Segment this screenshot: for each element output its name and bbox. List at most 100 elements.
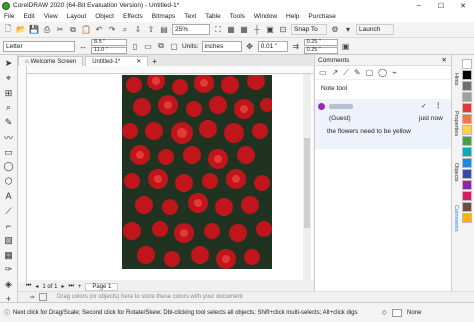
marker-tool-icon[interactable]: ⌁: [392, 68, 397, 77]
full-screen-icon[interactable]: ⛶: [213, 25, 223, 35]
options-icon[interactable]: ▾: [343, 25, 353, 35]
prev-page-icon[interactable]: ◂: [35, 283, 38, 290]
freehand-tool-icon[interactable]: ✎: [3, 117, 15, 129]
print-icon[interactable]: ⎙: [42, 25, 52, 35]
page-size-select[interactable]: Letter: [3, 40, 75, 52]
duplicate-x-field[interactable]: 0.25 ": [303, 38, 338, 46]
swatch-white[interactable]: [462, 59, 472, 69]
minimize-button[interactable]: –: [408, 0, 430, 11]
menu-view[interactable]: View: [44, 13, 58, 20]
tab-properties[interactable]: Properties: [453, 111, 459, 136]
rulers-icon[interactable]: ▦: [226, 25, 236, 35]
line-tool-icon[interactable]: ⟋: [343, 68, 349, 78]
menu-window[interactable]: Window: [254, 13, 277, 20]
interactive-fill-icon[interactable]: ◈: [3, 279, 15, 291]
menu-help[interactable]: Help: [286, 13, 299, 20]
swatch-red[interactable]: [462, 103, 472, 113]
note-tool-icon[interactable]: ▭: [319, 68, 327, 77]
menu-effects[interactable]: Effects: [123, 13, 143, 20]
menu-object[interactable]: Object: [95, 13, 114, 20]
paste-icon[interactable]: 📋: [81, 25, 91, 35]
parallel-dimension-icon[interactable]: ⟋: [3, 205, 15, 217]
add-page-icon[interactable]: +: [78, 284, 82, 290]
swatch-blue[interactable]: [462, 158, 472, 168]
landscape-icon[interactable]: ▭: [143, 41, 153, 51]
swatch-magenta[interactable]: [462, 191, 472, 201]
no-color-swatch[interactable]: [39, 293, 48, 301]
launch-button[interactable]: Launch: [356, 24, 394, 35]
fill-icon[interactable]: ◇: [382, 309, 387, 316]
menu-layout[interactable]: Layout: [67, 13, 87, 20]
export-icon[interactable]: ⇧: [146, 25, 156, 35]
pen-tool-icon[interactable]: ✎: [354, 68, 361, 77]
undo-icon[interactable]: ↶: [94, 25, 104, 35]
copy-icon[interactable]: ⧉: [68, 25, 78, 35]
swatch-orange[interactable]: [462, 114, 472, 124]
shape-tool-icon[interactable]: ⌖: [3, 73, 15, 85]
pick-tool-icon[interactable]: ➤: [3, 58, 15, 70]
vertical-ruler[interactable]: [18, 66, 27, 282]
page-height-field[interactable]: 11.0 ": [91, 46, 127, 54]
fill-swatch[interactable]: [392, 308, 402, 317]
text-tool-icon[interactable]: A: [3, 191, 15, 203]
all-pages-icon[interactable]: ⧉: [156, 41, 166, 51]
treat-as-filled-icon[interactable]: ▣: [341, 41, 351, 51]
page-width-field[interactable]: 8.5 ": [91, 38, 127, 46]
swatch-light-gray[interactable]: [462, 92, 472, 102]
publish-pdf-icon[interactable]: ▤: [159, 25, 169, 35]
arrow-tool-icon[interactable]: ↗: [332, 68, 339, 77]
tab-hints[interactable]: Hints: [453, 73, 459, 86]
open-icon[interactable]: 📂: [16, 25, 26, 35]
swatch-yellow[interactable]: [462, 125, 472, 135]
menu-bitmaps[interactable]: Bitmaps: [152, 13, 175, 20]
drop-shadow-icon[interactable]: ▧: [3, 235, 15, 247]
tab-untitled-1[interactable]: Untitled-1* ✕: [85, 56, 149, 66]
swatch-amber[interactable]: [462, 213, 472, 223]
close-button[interactable]: ✕: [452, 0, 474, 11]
guides-icon[interactable]: ┼: [252, 25, 262, 35]
current-page-icon[interactable]: ▢: [169, 41, 179, 51]
tab-comments[interactable]: Comments: [453, 205, 459, 232]
first-page-icon[interactable]: ⏮: [26, 283, 31, 290]
units-select[interactable]: inches: [201, 40, 242, 52]
comment-card[interactable]: ✓ ⋮ (Guest) just now the flowers need to…: [315, 99, 451, 149]
more-options-icon[interactable]: ⋮: [435, 101, 442, 109]
menu-purchase[interactable]: Purchase: [308, 13, 335, 20]
page-1-tab[interactable]: Page 1: [85, 282, 119, 291]
redo-icon[interactable]: ↷: [107, 25, 117, 35]
maximize-button[interactable]: ☐: [430, 0, 452, 11]
zoom-level-field[interactable]: 25%: [172, 24, 210, 35]
flower-photo[interactable]: [122, 75, 272, 269]
rectangle-comment-icon[interactable]: ▢: [366, 68, 374, 77]
eyedropper-icon[interactable]: ✑: [30, 294, 35, 301]
vertical-scrollbar[interactable]: [303, 74, 311, 280]
horizontal-ruler[interactable]: [27, 66, 313, 74]
swatch-indigo[interactable]: [462, 169, 472, 179]
crop-tool-icon[interactable]: ⊞: [3, 87, 15, 99]
swatch-green[interactable]: [462, 136, 472, 146]
duplicate-y-field[interactable]: 0.25 ": [303, 46, 338, 54]
swatch-black[interactable]: [462, 70, 472, 80]
eyedropper-tool-icon[interactable]: ✑: [3, 264, 15, 276]
swatch-gray[interactable]: [462, 81, 472, 91]
menu-file[interactable]: File: [4, 13, 14, 20]
new-tab-icon[interactable]: +: [152, 57, 157, 66]
swatch-brown[interactable]: [462, 202, 472, 212]
menu-tools[interactable]: Tools: [230, 13, 245, 20]
nudge-distance-field[interactable]: 0.01 ": [257, 40, 288, 52]
snap-to-dropdown[interactable]: Snap To: [291, 24, 327, 35]
swatch-cyan[interactable]: [462, 147, 472, 157]
polygon-tool-icon[interactable]: ⬡: [3, 176, 15, 188]
zoom-tool-icon[interactable]: ⌕: [3, 102, 15, 114]
settings-gear-icon[interactable]: ⚙: [330, 25, 340, 35]
scrollbar-thumb[interactable]: [304, 138, 310, 228]
portrait-icon[interactable]: ▯: [130, 41, 140, 51]
resolve-check-icon[interactable]: ✓: [421, 102, 426, 110]
grid-icon[interactable]: ▦: [239, 25, 249, 35]
transparency-tool-icon[interactable]: ▦: [3, 249, 15, 261]
snap-icon[interactable]: ⊡: [278, 25, 288, 35]
save-icon[interactable]: 💾: [29, 25, 39, 35]
menu-text[interactable]: Text: [184, 13, 196, 20]
view-icon[interactable]: ▣: [265, 25, 275, 35]
ellipse-tool-icon[interactable]: ◯: [3, 161, 15, 173]
